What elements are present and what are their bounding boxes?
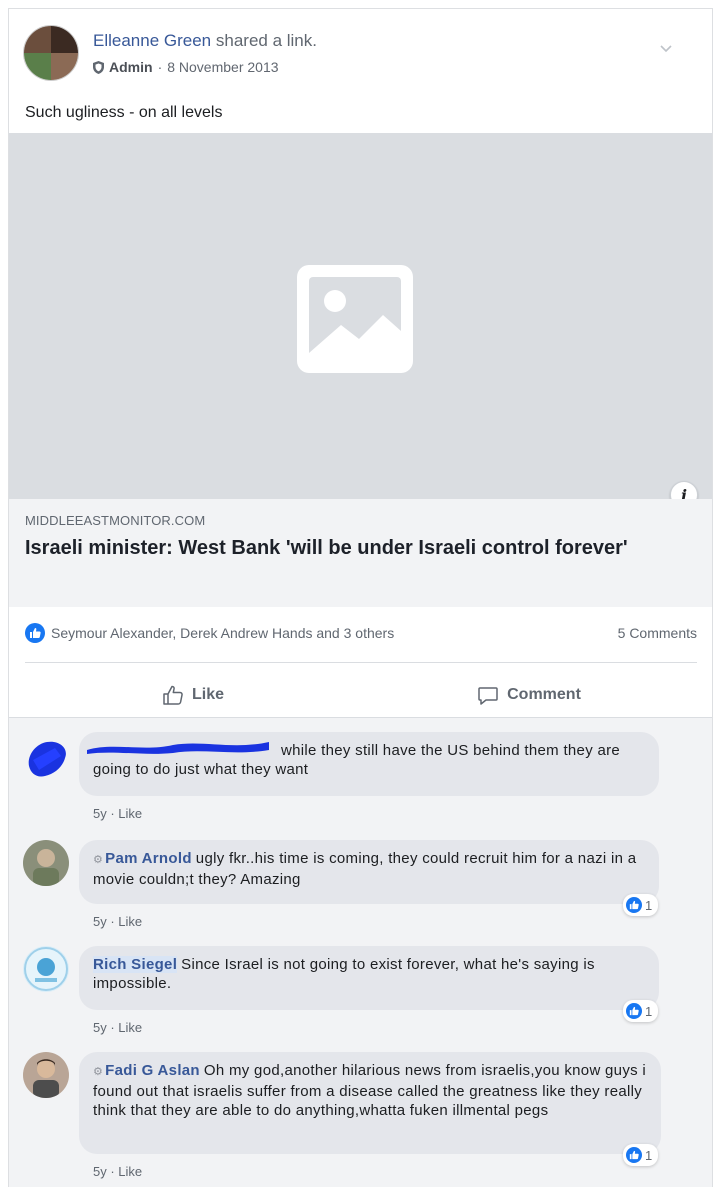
- link-domain: MIDDLEEASTMONITOR.COM: [25, 513, 206, 528]
- comments-section: while they still have the US behind them…: [9, 717, 712, 1187]
- like-reaction-icon: [626, 897, 642, 913]
- comment-item: while they still have the US behind them…: [23, 732, 703, 832]
- commenter-name[interactable]: Pam Arnold: [105, 850, 192, 867]
- thumbs-up-icon: [163, 685, 183, 705]
- comment-bubble: ⚙ Pam Arnold ugly fkr..his time is coming,…: [79, 840, 659, 904]
- chevron-down-icon[interactable]: [659, 41, 673, 55]
- comment-button[interactable]: Comment: [361, 673, 697, 717]
- comment-item: Rich Siegel Since Israel is not going to …: [23, 946, 703, 1046]
- verified-icon: ⚙: [93, 854, 104, 866]
- post-action-text: shared a link.: [215, 31, 317, 50]
- comment-age[interactable]: 5y: [93, 1164, 107, 1179]
- comment-meta: 5y · Like: [93, 806, 143, 821]
- group-avatar[interactable]: [23, 25, 79, 81]
- like-reaction-icon: [626, 1147, 642, 1163]
- divider: [25, 662, 697, 663]
- image-placeholder-icon: [297, 265, 413, 373]
- like-button[interactable]: Like: [25, 673, 361, 717]
- commenter-avatar[interactable]: [23, 946, 69, 992]
- comment-label: Comment: [507, 686, 581, 703]
- verified-icon: ⚙: [93, 1066, 104, 1078]
- comment-age[interactable]: 5y: [93, 914, 107, 929]
- reaction-names[interactable]: Seymour Alexander, Derek Andrew Hands an…: [51, 625, 394, 641]
- admin-shield-icon: [93, 60, 104, 74]
- comment-like-link[interactable]: Like: [118, 914, 142, 929]
- comment-bubble: ⚙ Fadi G Aslan Oh my god,another hilarious…: [79, 1052, 661, 1154]
- commenter-avatar[interactable]: [23, 1052, 69, 1098]
- comment-like-link[interactable]: Like: [118, 1164, 142, 1179]
- like-reaction-icon: [626, 1003, 642, 1019]
- like-reaction-icon[interactable]: [25, 623, 45, 643]
- comment-meta: 5y · Like: [93, 1164, 143, 1179]
- reaction-count: 1: [645, 897, 653, 913]
- like-label: Like: [191, 686, 224, 703]
- link-title[interactable]: Israeli minister: West Bank 'will be und…: [25, 535, 645, 561]
- commenter-name[interactable]: Fadi G Aslan: [105, 1062, 200, 1079]
- comment-reaction-badge[interactable]: 1: [623, 1144, 659, 1166]
- post-headline: Elleanne Green shared a link.: [93, 31, 317, 51]
- meta-separator: ·: [157, 59, 163, 75]
- admin-badge: Admin: [109, 59, 153, 75]
- comment-bubble: while they still have the US behind them…: [79, 732, 659, 796]
- commenter-avatar[interactable]: [23, 840, 69, 886]
- post-text: Such ugliness - on all levels: [25, 104, 223, 121]
- post-date[interactable]: 8 November 2013: [167, 59, 278, 75]
- post-card: Elleanne Green shared a link. Admin · 8 …: [8, 8, 713, 1187]
- comment-icon: [478, 687, 498, 705]
- reaction-count: 1: [645, 1003, 653, 1019]
- comment-reaction-badge[interactable]: 1: [623, 894, 659, 916]
- comment-bubble: Rich Siegel Since Israel is not going to …: [79, 946, 659, 1010]
- redaction-scribble: [87, 742, 269, 754]
- link-preview-meta[interactable]: MIDDLEEASTMONITOR.COM Israeli minister: …: [9, 499, 712, 607]
- commenter-avatar[interactable]: [25, 736, 71, 782]
- comment-count[interactable]: 5 Comments: [618, 625, 697, 641]
- author-name[interactable]: Elleanne Green: [93, 31, 211, 50]
- comment-reaction-badge[interactable]: 1: [623, 1000, 659, 1022]
- reactions-bar: Seymour Alexander, Derek Andrew Hands an…: [25, 623, 697, 647]
- comment-item: ⚙ Pam Arnold ugly fkr..his time is coming,…: [23, 840, 703, 940]
- action-bar: Like Comment: [25, 673, 697, 717]
- comment-meta: 5y · Like: [93, 1020, 143, 1035]
- comment-age[interactable]: 5y: [93, 806, 107, 821]
- comment-like-link[interactable]: Like: [118, 1020, 142, 1035]
- comment-like-link[interactable]: Like: [118, 806, 142, 821]
- comment-item: ⚙ Fadi G Aslan Oh my god,another hilarious…: [23, 1052, 703, 1187]
- post-header: Elleanne Green shared a link. Admin · 8 …: [23, 25, 683, 85]
- comment-meta: 5y · Like: [93, 914, 143, 929]
- reaction-count: 1: [645, 1147, 653, 1163]
- link-preview-image[interactable]: i: [9, 133, 712, 509]
- comment-age[interactable]: 5y: [93, 1020, 107, 1035]
- post-subline: Admin · 8 November 2013: [93, 59, 279, 75]
- commenter-name[interactable]: Rich Siegel: [93, 956, 178, 973]
